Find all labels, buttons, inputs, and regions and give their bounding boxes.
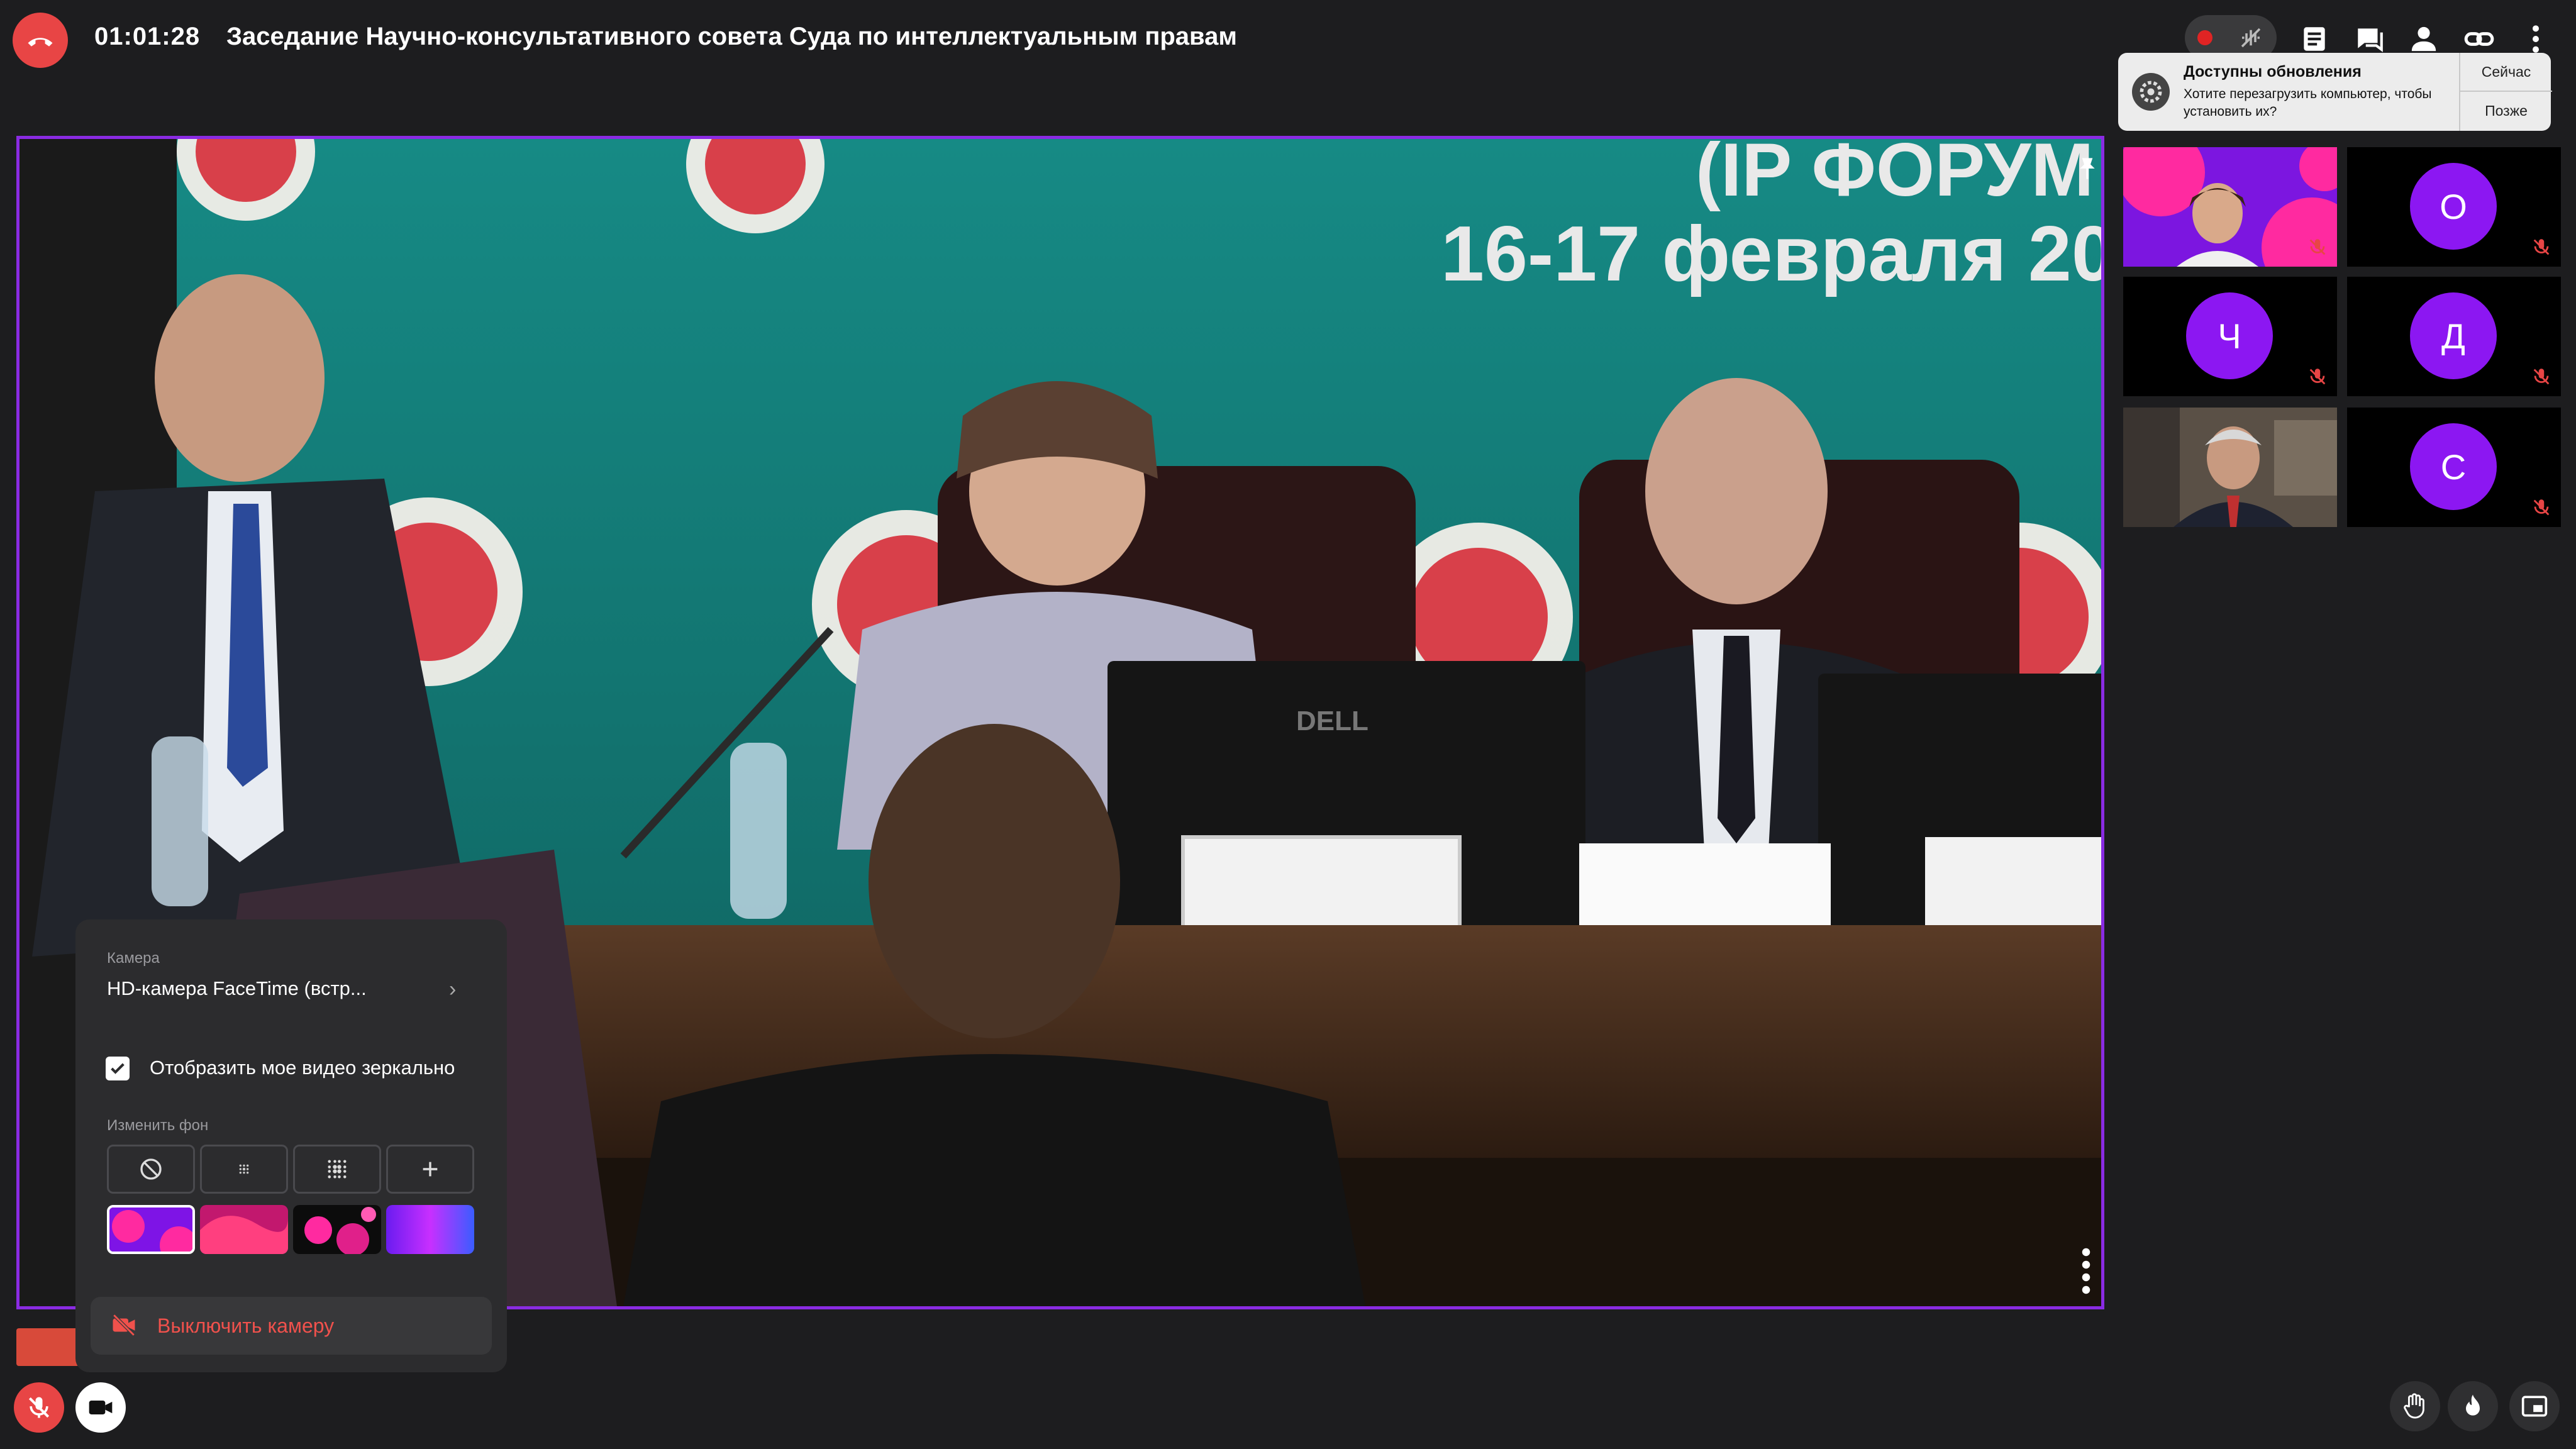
participants-icon [2411, 26, 2436, 52]
participant-avatar: Д [2410, 292, 2497, 379]
background-blur-light-option[interactable] [200, 1145, 288, 1194]
participant-tile-s[interactable]: С [2347, 408, 2561, 527]
mirror-video-label: Отобразить мое видео зеркально [150, 1057, 455, 1079]
blur-light-icon [239, 1164, 249, 1174]
muted-mic-icon [2309, 239, 2326, 255]
plus-icon [423, 1162, 438, 1177]
raise-hand-button[interactable] [2390, 1381, 2440, 1431]
background-blur-strong-option[interactable] [293, 1145, 381, 1194]
pin-icon[interactable] [2075, 153, 2100, 184]
checkmark-icon [111, 1063, 125, 1074]
end-call-icon [28, 38, 53, 47]
hand-icon [2404, 1393, 2424, 1419]
notification-title: Доступны обновления [2184, 63, 2362, 80]
background-image-2[interactable] [200, 1205, 288, 1254]
background-image-1[interactable] [107, 1205, 195, 1254]
mirror-video-checkbox[interactable] [106, 1057, 130, 1080]
update-now-button[interactable]: Сейчас [2460, 53, 2552, 92]
participant-tile-video[interactable] [2123, 147, 2337, 267]
participant-tile-ch[interactable]: Ч [2123, 277, 2337, 396]
turn-off-camera-label: Выключить камеру [157, 1314, 335, 1337]
participant-video [2123, 147, 2337, 267]
record-icon [2197, 30, 2212, 45]
settings-gear-icon [2132, 73, 2170, 111]
call-timer: 01:01:28 [94, 23, 201, 50]
reactions-button[interactable] [2448, 1381, 2498, 1431]
banner-line1: (IP ФОРУМ [1696, 139, 2094, 212]
participant-tile-d[interactable]: Д [2347, 277, 2561, 396]
camera-label: Камера [107, 950, 160, 967]
participant-tile-o[interactable]: О [2347, 147, 2561, 267]
camera-settings-popup: Камера HD-камера FaceTime (встр... › Ото… [75, 919, 507, 1372]
muted-mic-icon [2533, 499, 2550, 516]
participant-video [2123, 408, 2337, 527]
fire-icon [2466, 1394, 2480, 1416]
muted-mic-icon [2309, 369, 2326, 385]
background-image-4[interactable] [386, 1205, 474, 1254]
picture-in-picture-button[interactable] [2509, 1381, 2560, 1431]
monitor-brand: DELL [1296, 706, 1368, 736]
participant-avatar: С [2410, 423, 2497, 510]
self-view-preview[interactable] [16, 1328, 79, 1366]
blur-strong-icon [328, 1160, 347, 1179]
update-notification: Доступны обновления Хотите перезагрузить… [2118, 53, 2552, 131]
update-later-button[interactable]: Позже [2460, 92, 2552, 130]
notification-message: Хотите перезагрузить компьютер, чтобы ус… [2184, 87, 2432, 119]
picture-in-picture-icon [2521, 1396, 2548, 1417]
camera-off-icon [113, 1314, 135, 1336]
background-image-3[interactable] [293, 1205, 381, 1254]
chat-icon [2358, 28, 2383, 52]
turn-off-camera-button[interactable]: Выключить камеру [91, 1297, 492, 1355]
banner-line2: 16-17 февраля 20 [1441, 211, 2101, 297]
notification-actions: Сейчас Позже [2459, 53, 2552, 131]
participant-avatar: Ч [2186, 292, 2273, 379]
participant-avatar: О [2410, 163, 2497, 250]
meeting-title: Заседание Научно-консультативного совета… [226, 23, 1237, 50]
audio-waves-icon [2241, 28, 2261, 48]
link-icon [2464, 32, 2494, 46]
end-call-button[interactable] [13, 13, 68, 68]
no-background-icon [140, 1158, 162, 1180]
background-label: Изменить фон [107, 1117, 209, 1134]
camera-icon [89, 1401, 113, 1414]
camera-toggle-button[interactable] [75, 1382, 126, 1433]
camera-select[interactable]: HD-камера FaceTime (встр... [107, 977, 367, 1000]
participant-tile-video[interactable] [2123, 408, 2337, 527]
background-none-option[interactable] [107, 1145, 195, 1194]
document-icon [2304, 27, 2325, 51]
muted-mic-icon [28, 1397, 50, 1418]
muted-mic-icon [2533, 239, 2550, 255]
chevron-right-icon[interactable]: › [449, 977, 456, 1002]
add-background-button[interactable] [386, 1145, 474, 1194]
video-more-icon[interactable] [2080, 1246, 2092, 1296]
more-icon [2533, 25, 2539, 53]
muted-mic-icon [2533, 369, 2550, 385]
microphone-toggle-button[interactable] [14, 1382, 64, 1433]
